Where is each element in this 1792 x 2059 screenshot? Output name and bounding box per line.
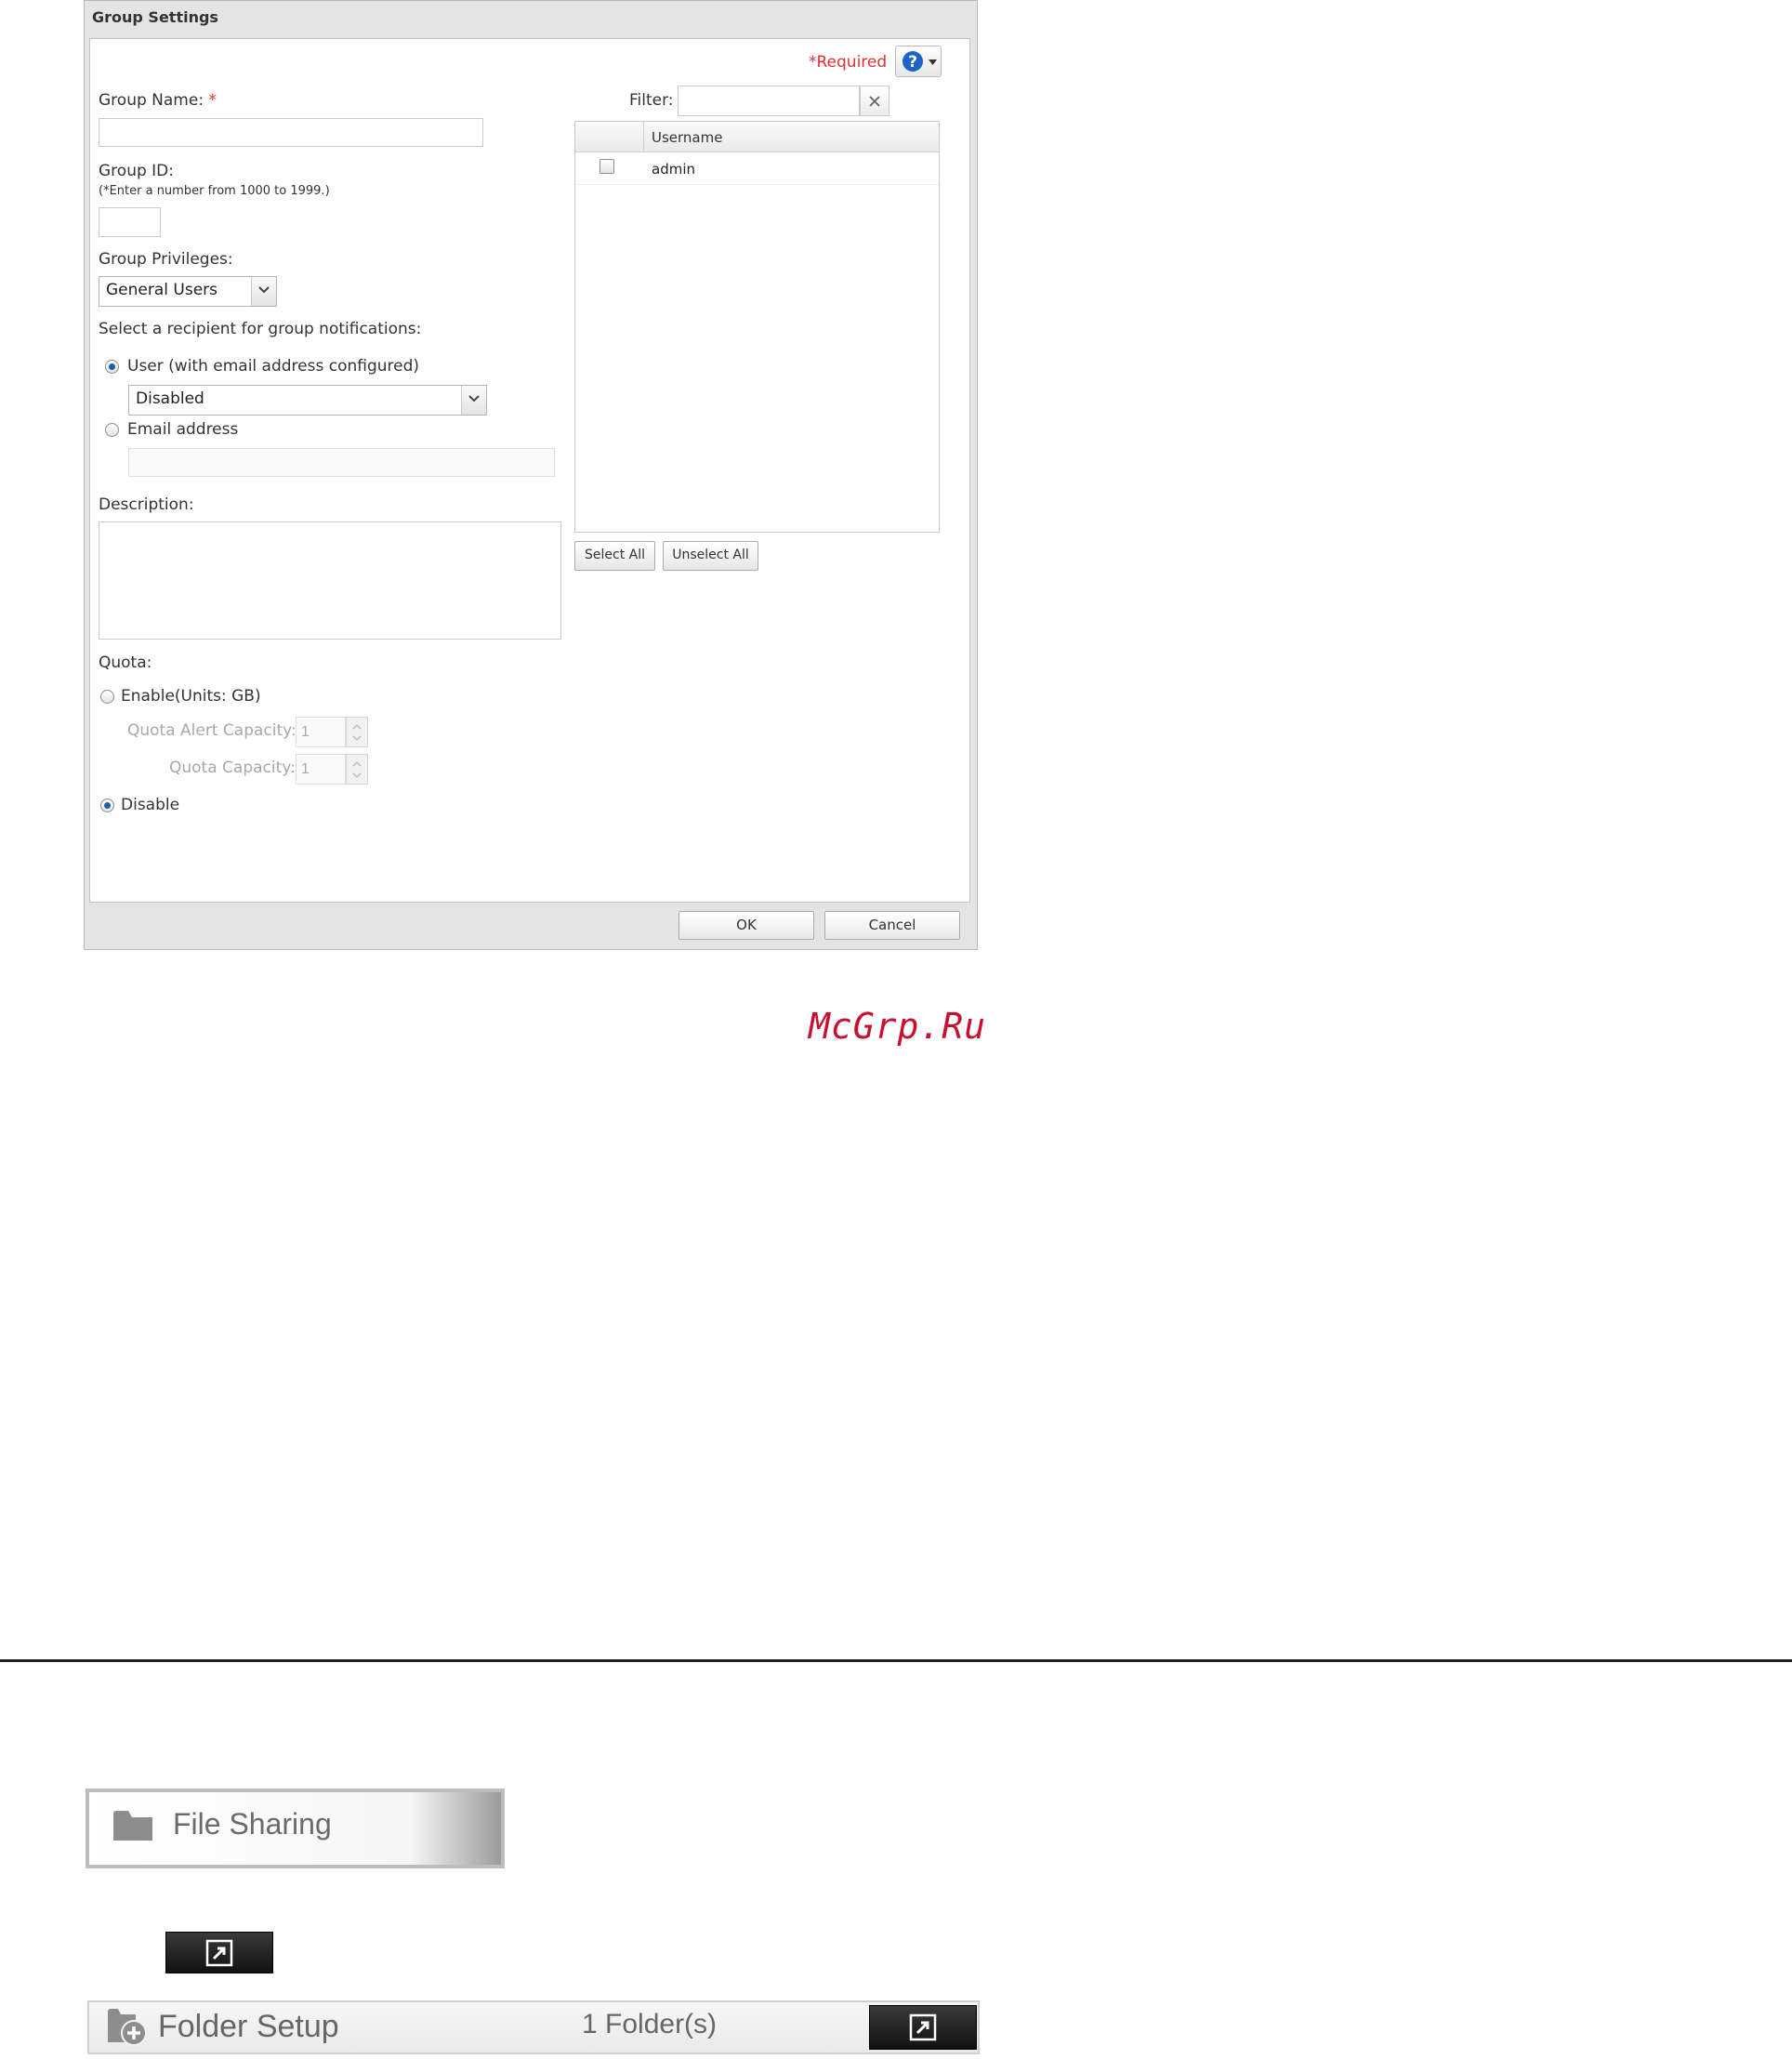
quota-disable-radio[interactable] — [100, 799, 114, 812]
user-recipient-label: User (with email address configured) — [127, 357, 420, 376]
email-recipient-label: Email address — [127, 420, 239, 439]
folder-icon — [113, 1811, 152, 1841]
group-id-label: Group ID: — [99, 162, 174, 180]
ok-button[interactable]: OK — [679, 911, 814, 940]
required-legend: *Required — [809, 53, 888, 72]
user-table: Username admin — [574, 121, 940, 533]
file-sharing-label: File Sharing — [173, 1807, 332, 1841]
clear-filter-button[interactable] — [860, 86, 889, 116]
username-cell: admin — [652, 161, 695, 178]
user-recipient-value: Disabled — [136, 389, 204, 408]
group-settings-dialog: Group Settings *Required ? Group Name: *… — [84, 0, 978, 950]
filter-input[interactable] — [678, 86, 860, 116]
select-all-button[interactable]: Select All — [574, 541, 655, 571]
watermark: McGrp.Ru — [809, 1006, 987, 1047]
dialog-title: Group Settings — [92, 8, 218, 26]
group-privileges-label: Group Privileges: — [99, 250, 233, 269]
spinner-arrows-icon — [352, 723, 362, 742]
spinner-arrows-icon — [352, 760, 362, 779]
file-sharing-panel[interactable]: File Sharing — [86, 1788, 505, 1868]
group-name-input[interactable] — [99, 118, 483, 147]
email-recipient-radio[interactable] — [105, 423, 119, 437]
dialog-body: *Required ? Group Name: * Group ID: (*En… — [89, 38, 970, 903]
folder-setup-open-button[interactable] — [869, 2005, 977, 2050]
quota-label: Quota: — [99, 653, 152, 672]
user-recipient-radio[interactable] — [105, 360, 119, 374]
email-address-input[interactable] — [128, 448, 555, 477]
quota-enable-label: Enable(Units: GB) — [121, 687, 261, 706]
folder-setup-label: Folder Setup — [158, 2009, 339, 2044]
quota-capacity-input[interactable] — [296, 754, 346, 785]
chevron-down-icon — [468, 395, 480, 403]
help-icon: ? — [903, 51, 923, 72]
quota-alert-label: Quota Alert Capacity: — [127, 721, 296, 740]
open-window-icon — [909, 2013, 937, 2041]
table-row[interactable]: admin — [575, 152, 939, 185]
open-settings-button[interactable] — [165, 1932, 273, 1973]
filter-label: Filter: — [629, 91, 674, 110]
quota-enable-radio[interactable] — [100, 690, 114, 704]
group-privileges-select[interactable]: General Users — [99, 276, 277, 307]
quota-alert-spinner[interactable] — [346, 717, 368, 747]
section-divider — [0, 1659, 1792, 1662]
quota-alert-input[interactable] — [296, 717, 346, 747]
clear-icon — [869, 96, 880, 107]
quota-capacity-label: Quota Capacity: — [169, 759, 296, 777]
user-recipient-select[interactable]: Disabled — [128, 385, 487, 416]
help-button[interactable]: ? — [895, 46, 942, 77]
table-header: Username — [575, 122, 939, 152]
chevron-down-icon — [929, 59, 937, 65]
cancel-button[interactable]: Cancel — [824, 911, 960, 940]
notifications-label: Select a recipient for group notificatio… — [99, 320, 422, 338]
group-privileges-value: General Users — [106, 281, 218, 299]
group-id-hint: (*Enter a number from 1000 to 1999.) — [99, 184, 330, 198]
row-checkbox[interactable] — [600, 159, 614, 174]
svg-text:?: ? — [908, 53, 917, 72]
folder-add-icon — [108, 2009, 147, 2046]
description-textarea[interactable] — [99, 521, 561, 640]
unselect-all-button[interactable]: Unselect All — [663, 541, 758, 571]
open-window-icon — [205, 1939, 233, 1967]
chevron-down-icon — [258, 286, 270, 294]
username-column-header: Username — [652, 129, 723, 146]
quota-disable-label: Disable — [121, 796, 180, 814]
quota-capacity-spinner[interactable] — [346, 754, 368, 785]
group-name-label: Group Name: * — [99, 91, 217, 110]
description-label: Description: — [99, 495, 194, 514]
folder-count: 1 Folder(s) — [582, 2009, 718, 2039]
group-id-input[interactable] — [99, 207, 161, 237]
folder-setup-bar: Folder Setup 1 Folder(s) — [87, 2000, 980, 2054]
